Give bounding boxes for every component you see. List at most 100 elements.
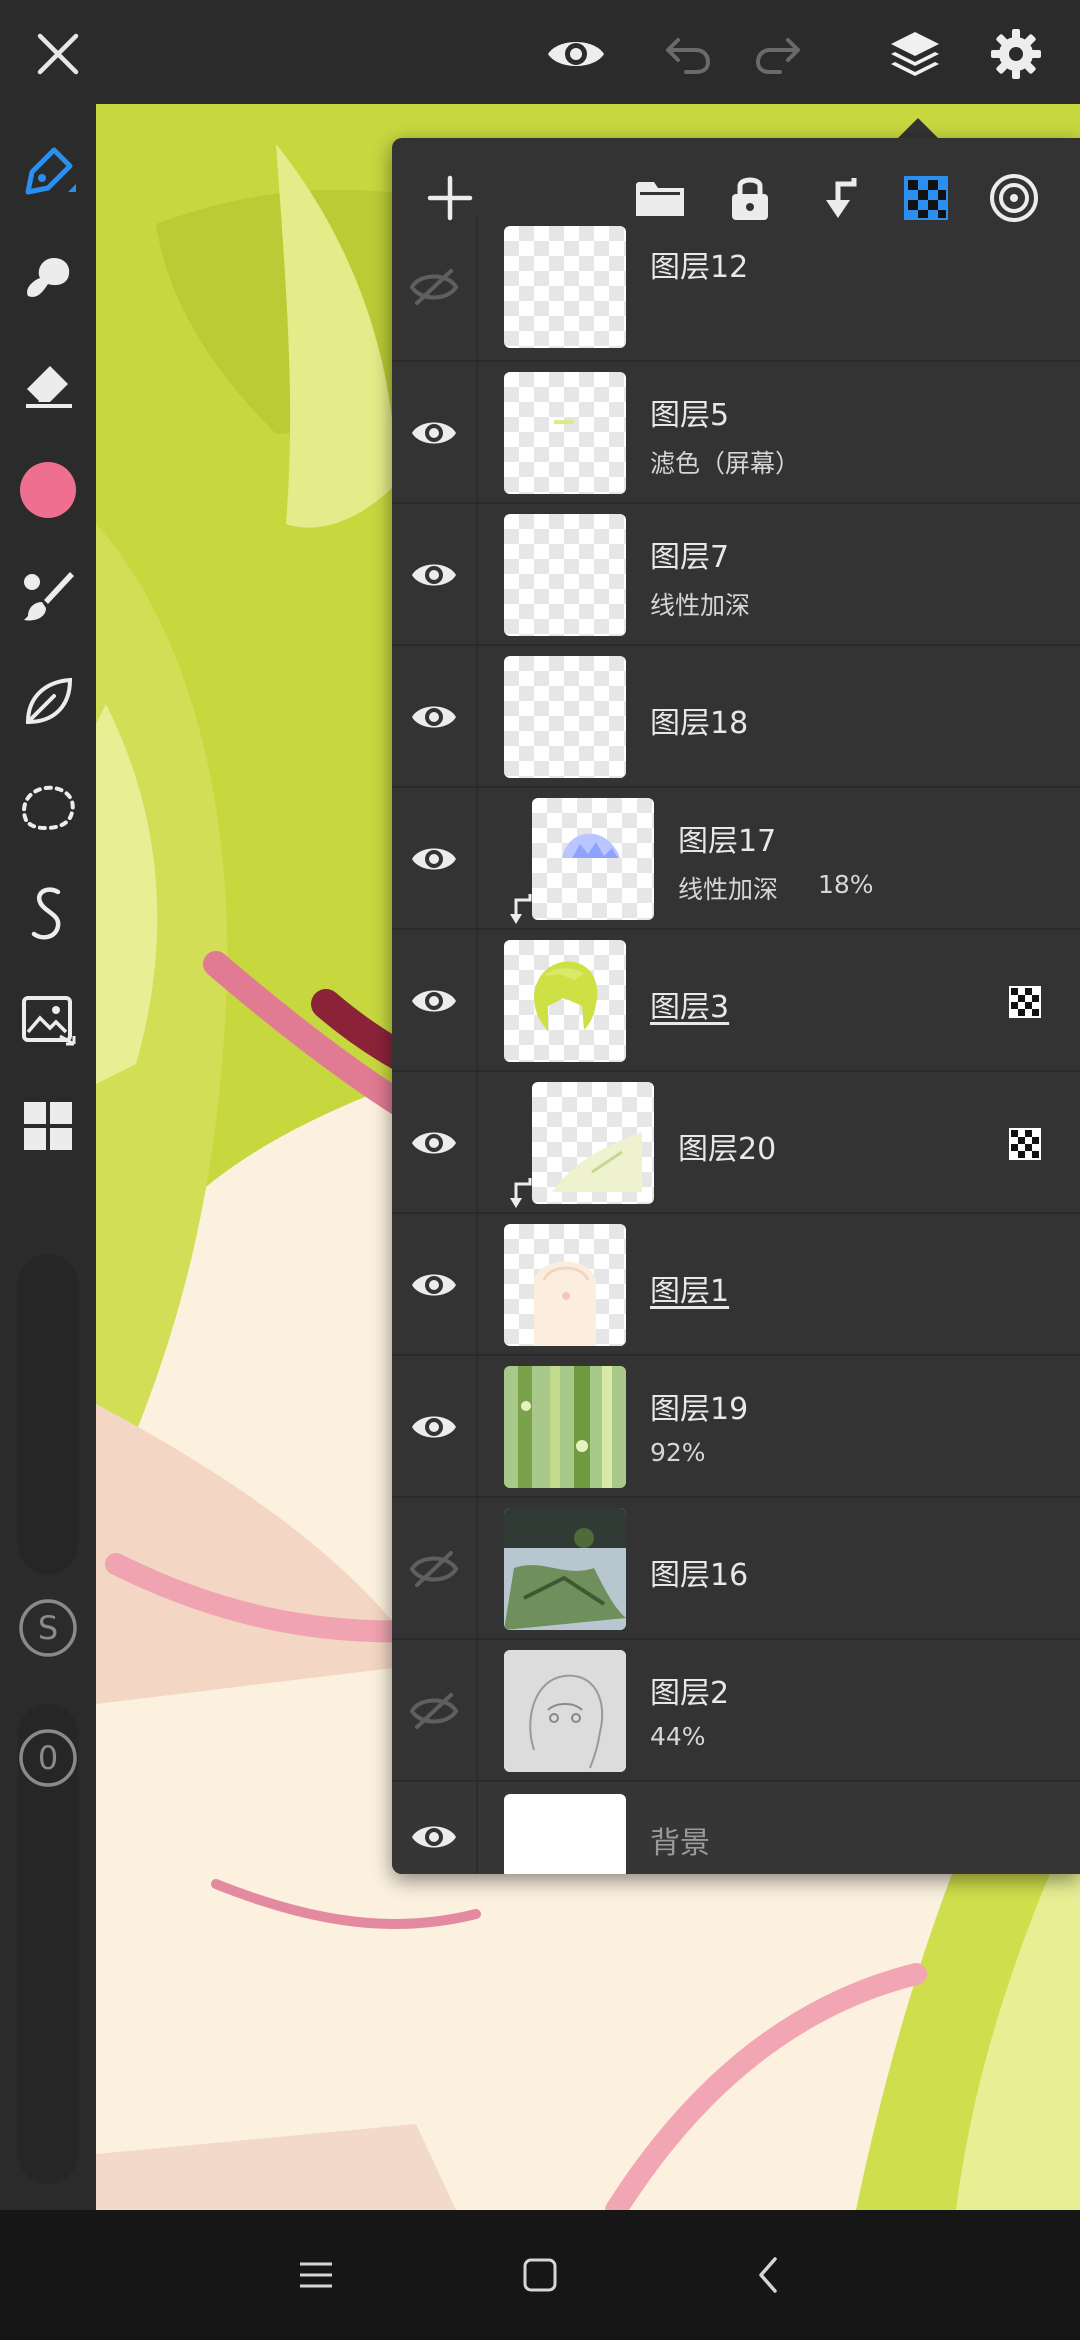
divider [476,362,478,504]
visibility-toggle[interactable] [402,1395,466,1459]
divider [476,930,478,1072]
layer-thumbnail [504,1224,626,1346]
eye-hidden-icon [409,1551,459,1587]
grid-materials-icon [24,1102,72,1150]
layer-row[interactable]: 图层2 44% [392,1638,1080,1782]
redo-icon [756,38,800,74]
layers-button[interactable] [883,22,947,86]
lasso-tool[interactable] [14,774,82,842]
thumbnail-art [504,1508,626,1630]
layer-name: 图层20 [678,1132,777,1167]
preview-button[interactable] [544,22,608,86]
eraser-tool[interactable] [14,350,82,418]
layer-name: 图层19 [650,1392,749,1427]
top-bar [0,0,1080,104]
home-icon [523,2258,557,2292]
layer-name: 图层2 [650,1676,730,1711]
eye-icon [412,1132,456,1154]
gear-icon [991,29,1041,79]
eraser-icon [24,366,72,408]
smudge-tool[interactable] [14,244,82,312]
eye-icon [412,422,456,444]
layer-name: 图层5 [650,398,730,433]
layers-icon [891,32,939,76]
pen-tool[interactable] [14,138,82,206]
layer-thumbnail [504,656,626,778]
layer-thumbnail [504,226,626,348]
eye-icon [412,564,456,586]
layer-thumbnail [504,514,626,636]
divider [476,1640,478,1782]
alpha-lock-icon [1009,986,1041,1018]
add-icon [427,175,473,221]
brush-settings-tool[interactable] [14,562,82,630]
divider [476,788,478,930]
visibility-toggle[interactable] [402,1253,466,1317]
eye-hidden-icon [409,1693,459,1729]
undo-button[interactable] [656,22,720,86]
fill-tool[interactable] [14,668,82,736]
back-icon [759,2257,777,2293]
visibility-toggle[interactable] [402,401,466,465]
layer-name: 图层12 [650,250,749,285]
eye-icon [412,1416,456,1438]
divider [476,1072,478,1214]
visibility-toggle[interactable] [402,1805,466,1869]
materials-tool[interactable] [14,1092,82,1160]
visibility-toggle[interactable] [402,827,466,891]
layer-row[interactable]: 图层3 [392,928,1080,1072]
layer-row[interactable]: 图层19 92% [392,1354,1080,1498]
folder-icon [636,182,684,216]
redo-button[interactable] [746,22,810,86]
visibility-toggle[interactable] [402,969,466,1033]
layer-name: 图层18 [650,706,749,741]
visibility-toggle[interactable] [402,1111,466,1175]
visibility-toggle[interactable] [402,1537,466,1601]
thumbnail-art [554,420,574,424]
settings-button[interactable] [984,22,1048,86]
thumbnail-art [534,1261,596,1346]
undo-icon [666,38,710,74]
layer-row[interactable]: 图层5 滤色（屏幕） [392,360,1080,504]
alpha-lock-icon [904,176,948,220]
layer-row[interactable]: 图层7 线性加深 [392,502,1080,646]
lasso-icon [22,785,75,831]
pen-icon [25,147,76,195]
size-badge[interactable]: S [14,1594,82,1662]
color-swatch [20,462,76,518]
layer-panel: 图层12 图层5 滤色（屏幕） 图层7 线性加深 图层18 图层17 线性加深 … [392,138,1080,1874]
image-transform-tool[interactable] [14,986,82,1054]
alpha-lock-icon [1009,1128,1041,1160]
layer-row-background[interactable]: 背景 [392,1780,1080,1874]
home-button[interactable] [508,2243,572,2307]
eye-icon [412,990,456,1012]
layer-row[interactable]: 图层16 [392,1496,1080,1640]
eye-icon [412,1826,456,1848]
layer-name: 图层7 [650,540,730,575]
visibility-toggle[interactable] [402,685,466,749]
layer-name: 图层1 [650,1274,730,1309]
recent-apps-button[interactable] [284,2243,348,2307]
curve-tool[interactable] [14,880,82,948]
color-picker-button[interactable] [14,456,82,524]
visibility-toggle[interactable] [402,1679,466,1743]
leaf-fill-icon [25,677,73,725]
back-button[interactable] [736,2243,800,2307]
opacity-badge[interactable]: 0 [14,1724,82,1792]
layer-row[interactable]: 图层17 线性加深 18% [392,786,1080,930]
layer-thumbnail [532,798,654,920]
visibility-toggle[interactable] [402,543,466,607]
layer-thumbnail [504,1508,626,1630]
divider [476,1214,478,1356]
layer-row[interactable]: 图层12 [392,216,1080,358]
layer-row[interactable]: 图层18 [392,644,1080,788]
brush-size-slider[interactable] [18,1254,78,1574]
layer-row[interactable]: 图层20 [392,1070,1080,1214]
divider [476,1498,478,1640]
visibility-toggle[interactable] [402,255,466,319]
image-transform-icon [22,996,76,1046]
eye-icon [412,1274,456,1296]
curve-icon [31,887,61,940]
layer-row[interactable]: 图层1 [392,1212,1080,1356]
close-button[interactable] [26,22,90,86]
